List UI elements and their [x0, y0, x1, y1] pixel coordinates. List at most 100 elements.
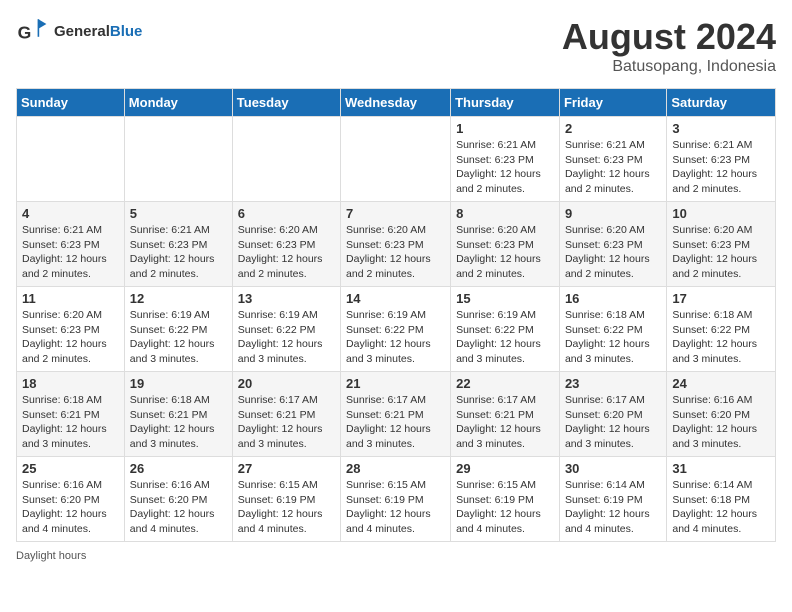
month-year: August 2024: [562, 16, 776, 58]
day-number: 16: [565, 291, 661, 306]
day-info: Sunrise: 6:17 AMSunset: 6:20 PMDaylight:…: [565, 393, 661, 452]
day-info: Sunrise: 6:18 AMSunset: 6:22 PMDaylight:…: [565, 308, 661, 367]
day-number: 9: [565, 206, 661, 221]
calendar: SundayMondayTuesdayWednesdayThursdayFrid…: [16, 88, 776, 542]
day-number: 6: [238, 206, 335, 221]
calendar-cell: [232, 117, 340, 202]
week-row-3: 11Sunrise: 6:20 AMSunset: 6:23 PMDayligh…: [17, 287, 776, 372]
calendar-cell: 5 Sunrise: 6:21 AMSunset: 6:23 PMDaylight…: [124, 202, 232, 287]
day-header-row: SundayMondayTuesdayWednesdayThursdayFrid…: [17, 89, 776, 117]
day-info: Sunrise: 6:14 AMSunset: 6:19 PMDaylight:…: [565, 478, 661, 537]
calendar-cell: 24 Sunrise: 6:16 AMSunset: 6:20 PMDayligh…: [667, 372, 776, 457]
calendar-cell: 2 Sunrise: 6:21 AMSunset: 6:23 PMDaylight…: [559, 117, 666, 202]
calendar-cell: 6Sunrise: 6:20 AMSunset: 6:23 PMDaylight…: [232, 202, 340, 287]
day-info: Sunrise: 6:15 AMSunset: 6:19 PMDaylight:…: [346, 478, 445, 537]
day-number: 22: [456, 376, 554, 391]
svg-text:G: G: [18, 22, 32, 42]
day-number: 25: [22, 461, 119, 476]
day-info: Sunrise: 6:18 AMSunset: 6:21 PMDaylight:…: [22, 393, 119, 452]
day-header-sunday: Sunday: [17, 89, 125, 117]
day-info: Sunrise: 6:17 AMSunset: 6:21 PMDaylight:…: [238, 393, 335, 452]
day-header-friday: Friday: [559, 89, 666, 117]
location: Batusopang, Indonesia: [562, 58, 776, 76]
daylight-hours-label: Daylight hours: [16, 550, 86, 562]
day-info: Sunrise: 6:19 AMSunset: 6:22 PMDaylight:…: [130, 308, 227, 367]
calendar-cell: 12 Sunrise: 6:19 AMSunset: 6:22 PMDayligh…: [124, 287, 232, 372]
day-info: Sunrise: 6:18 AMSunset: 6:21 PMDaylight:…: [130, 393, 227, 452]
footer: Daylight hours: [16, 550, 776, 562]
calendar-cell: 26Sunrise: 6:16 AMSunset: 6:20 PMDayligh…: [124, 457, 232, 542]
calendar-cell: 3 Sunrise: 6:21 AMSunset: 6:23 PMDaylight…: [667, 117, 776, 202]
day-number: 13: [238, 291, 335, 306]
day-number: 12: [130, 291, 227, 306]
logo-line1: General: [54, 23, 110, 40]
day-header-wednesday: Wednesday: [341, 89, 451, 117]
day-info: Sunrise: 6:21 AMSunset: 6:23 PMDaylight:…: [456, 138, 554, 197]
day-info: Sunrise: 6:19 AMSunset: 6:22 PMDaylight:…: [238, 308, 335, 367]
day-number: 4: [22, 206, 119, 221]
day-info: Sunrise: 6:17 AMSunset: 6:21 PMDaylight:…: [346, 393, 445, 452]
day-number: 17: [672, 291, 770, 306]
day-number: 2: [565, 121, 661, 136]
calendar-cell: 7Sunrise: 6:20 AMSunset: 6:23 PMDaylight…: [341, 202, 451, 287]
calendar-cell: 9Sunrise: 6:20 AMSunset: 6:23 PMDaylight…: [559, 202, 666, 287]
day-info: Sunrise: 6:21 AMSunset: 6:23 PMDaylight:…: [565, 138, 661, 197]
day-number: 8: [456, 206, 554, 221]
day-number: 23: [565, 376, 661, 391]
logo: G GeneralBlue: [16, 16, 142, 48]
day-number: 24: [672, 376, 770, 391]
week-row-1: 1 Sunrise: 6:21 AMSunset: 6:23 PMDaylight…: [17, 117, 776, 202]
calendar-cell: 27 Sunrise: 6:15 AMSunset: 6:19 PMDayligh…: [232, 457, 340, 542]
calendar-cell: 30Sunrise: 6:14 AMSunset: 6:19 PMDayligh…: [559, 457, 666, 542]
day-info: Sunrise: 6:14 AMSunset: 6:18 PMDaylight:…: [672, 478, 770, 537]
day-info: Sunrise: 6:21 AMSunset: 6:23 PMDaylight:…: [130, 223, 227, 282]
week-row-4: 18 Sunrise: 6:18 AMSunset: 6:21 PMDayligh…: [17, 372, 776, 457]
calendar-cell: 13 Sunrise: 6:19 AMSunset: 6:22 PMDayligh…: [232, 287, 340, 372]
day-header-monday: Monday: [124, 89, 232, 117]
day-number: 29: [456, 461, 554, 476]
day-number: 11: [22, 291, 119, 306]
calendar-cell: 4Sunrise: 6:21 AMSunset: 6:23 PMDaylight…: [17, 202, 125, 287]
calendar-body: 1 Sunrise: 6:21 AMSunset: 6:23 PMDaylight…: [17, 117, 776, 542]
day-number: 20: [238, 376, 335, 391]
day-info: Sunrise: 6:20 AMSunset: 6:23 PMDaylight:…: [456, 223, 554, 282]
day-number: 15: [456, 291, 554, 306]
calendar-cell: [17, 117, 125, 202]
day-info: Sunrise: 6:15 AMSunset: 6:19 PMDaylight:…: [456, 478, 554, 537]
day-number: 14: [346, 291, 445, 306]
calendar-cell: 31 Sunrise: 6:14 AMSunset: 6:18 PMDayligh…: [667, 457, 776, 542]
day-info: Sunrise: 6:20 AMSunset: 6:23 PMDaylight:…: [346, 223, 445, 282]
day-header-thursday: Thursday: [451, 89, 560, 117]
calendar-cell: 8 Sunrise: 6:20 AMSunset: 6:23 PMDaylight…: [451, 202, 560, 287]
day-number: 27: [238, 461, 335, 476]
day-number: 19: [130, 376, 227, 391]
calendar-cell: 18 Sunrise: 6:18 AMSunset: 6:21 PMDayligh…: [17, 372, 125, 457]
calendar-cell: 29 Sunrise: 6:15 AMSunset: 6:19 PMDayligh…: [451, 457, 560, 542]
day-info: Sunrise: 6:15 AMSunset: 6:19 PMDaylight:…: [238, 478, 335, 537]
week-row-2: 4 Sunrise: 6:21 AMSunset: 6:23 PMDaylight…: [17, 202, 776, 287]
day-number: 5: [130, 206, 227, 221]
title-area: August 2024 Batusopang, Indonesia: [562, 16, 776, 76]
calendar-header: SundayMondayTuesdayWednesdayThursdayFrid…: [17, 89, 776, 117]
calendar-cell: 10Sunrise: 6:20 AMSunset: 6:23 PMDayligh…: [667, 202, 776, 287]
day-info: Sunrise: 6:16 AMSunset: 6:20 PMDaylight:…: [130, 478, 227, 537]
calendar-cell: 25Sunrise: 6:16 AMSunset: 6:20 PMDayligh…: [17, 457, 125, 542]
calendar-cell: 21 Sunrise: 6:17 AMSunset: 6:21 PMDayligh…: [341, 372, 451, 457]
day-number: 21: [346, 376, 445, 391]
calendar-cell: 17 Sunrise: 6:18 AMSunset: 6:22 PMDayligh…: [667, 287, 776, 372]
calendar-cell: 28Sunrise: 6:15 AMSunset: 6:19 PMDayligh…: [341, 457, 451, 542]
logo-line2: Blue: [110, 23, 143, 40]
calendar-cell: 14 Sunrise: 6:19 AMSunset: 6:22 PMDayligh…: [341, 287, 451, 372]
day-info: Sunrise: 6:18 AMSunset: 6:22 PMDaylight:…: [672, 308, 770, 367]
calendar-cell: 15Sunrise: 6:19 AMSunset: 6:22 PMDayligh…: [451, 287, 560, 372]
calendar-cell: [124, 117, 232, 202]
day-number: 3: [672, 121, 770, 136]
day-info: Sunrise: 6:21 AMSunset: 6:23 PMDaylight:…: [672, 138, 770, 197]
day-number: 1: [456, 121, 554, 136]
day-info: Sunrise: 6:19 AMSunset: 6:22 PMDaylight:…: [346, 308, 445, 367]
day-number: 18: [22, 376, 119, 391]
calendar-cell: 11Sunrise: 6:20 AMSunset: 6:23 PMDayligh…: [17, 287, 125, 372]
week-row-5: 25 Sunrise: 6:16 AMSunset: 6:20 PMDayligh…: [17, 457, 776, 542]
day-number: 31: [672, 461, 770, 476]
day-info: Sunrise: 6:16 AMSunset: 6:20 PMDaylight:…: [672, 393, 770, 452]
